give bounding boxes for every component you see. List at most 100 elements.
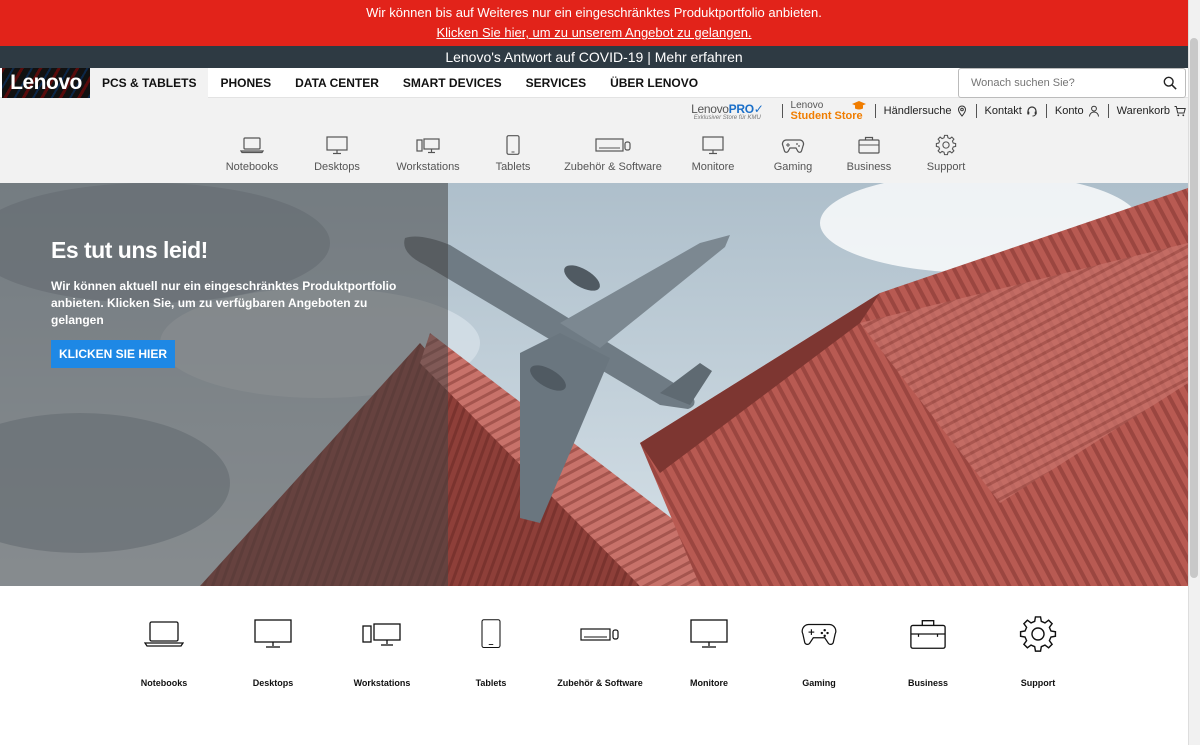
alert-banner: Wir können bis auf Weiteres nur ein eing… — [0, 0, 1188, 46]
nav-pcs-tablets[interactable]: PCS & TABLETS — [90, 68, 209, 98]
nav-about-lenovo[interactable]: ÜBER LENOVO — [598, 68, 710, 98]
pro-subtitle: Exklusiver Store für KMU — [693, 114, 761, 121]
cat-desktops[interactable]: Desktops — [286, 134, 388, 180]
cat-monitors-label: Monitore — [691, 161, 735, 173]
search-input[interactable] — [959, 69, 1155, 97]
cat-monitors[interactable]: Monitore — [668, 134, 758, 180]
nav-data-center[interactable]: DATA CENTER — [283, 68, 391, 98]
grid-support[interactable]: Support — [978, 614, 1098, 688]
contact-link[interactable]: Kontakt — [985, 105, 1038, 117]
search-box — [958, 68, 1186, 98]
grid-business[interactable]: Business — [868, 614, 988, 688]
scrollbar-track[interactable] — [1188, 0, 1200, 745]
location-pin-icon — [957, 105, 966, 117]
grid-support-label: Support — [1020, 678, 1056, 688]
cat-workstations[interactable]: Workstations — [388, 134, 468, 180]
account-link[interactable]: Konto — [1055, 105, 1100, 117]
cart-icon — [1174, 106, 1186, 117]
grid-gaming-label: Gaming — [802, 678, 836, 688]
pro-brand: Lenovo — [691, 101, 729, 116]
grid-gaming[interactable]: Gaming — [759, 614, 879, 688]
grid-monitors[interactable]: Monitore — [649, 614, 769, 688]
cat-notebooks-label: Notebooks — [225, 161, 279, 173]
cat-notebooks[interactable]: Notebooks — [218, 134, 286, 180]
grid-accessories-label: Zubehör & Software — [557, 678, 643, 688]
grid-tablets[interactable]: Tablets — [431, 614, 551, 688]
workstation-icon — [362, 623, 401, 646]
gear-icon — [1019, 616, 1057, 652]
hero-cta-button[interactable]: KLICKEN SIE HIER — [51, 340, 175, 368]
covid-banner[interactable]: Lenovo's Antwort auf COVID-19 | Mehr erf… — [0, 46, 1188, 68]
category-grid: Notebooks Desktops Workstations Tablets … — [0, 586, 1188, 745]
hero-text: Es tut uns leid! Wir können aktuell nur … — [51, 237, 411, 329]
workstation-icon — [416, 138, 440, 154]
tablet-icon — [481, 619, 501, 649]
lenovo-pro-link[interactable]: LenovoPRO✓ Exklusiver Store für KMU — [691, 101, 764, 121]
cart-label: Warenkorb — [1116, 105, 1170, 117]
nav-services[interactable]: SERVICES — [514, 68, 598, 98]
contact-label: Kontakt — [984, 105, 1022, 117]
alert-message: Wir können bis auf Weiteres nur ein eing… — [366, 5, 822, 20]
category-nav: Notebooks Desktops Workstations Tablets … — [218, 134, 982, 180]
lenovo-logo[interactable]: Lenovo — [2, 68, 90, 98]
dealer-search-link[interactable]: Händlersuche — [884, 105, 968, 117]
nav-phones[interactable]: PHONES — [208, 68, 283, 98]
cart-link[interactable]: Warenkorb — [1117, 105, 1186, 117]
search-icon[interactable] — [1163, 76, 1177, 90]
account-label: Konto — [1054, 105, 1084, 117]
grid-notebooks-label: Notebooks — [140, 678, 188, 688]
divider — [781, 104, 783, 118]
cat-accessories-label: Zubehör & Software — [564, 161, 662, 173]
cat-tablets-label: Tablets — [495, 161, 531, 173]
student-store-label: Student Store — [790, 110, 863, 122]
grid-accessories[interactable]: Zubehör & Software — [540, 614, 660, 688]
gamepad-icon — [781, 139, 805, 153]
sub-header: LenovoPRO✓ Exklusiver Store für KMU Leno… — [0, 98, 1188, 183]
top-navigation: Lenovo PCS & TABLETS PHONES DATA CENTER … — [0, 68, 1188, 98]
grid-workstations-label: Workstations — [353, 678, 411, 688]
desktop-icon — [254, 619, 292, 648]
utility-links: LenovoPRO✓ Exklusiver Store für KMU Leno… — [691, 98, 1186, 124]
hero-banner: Es tut uns leid! Wir können aktuell nur … — [0, 183, 1188, 586]
grid-business-label: Business — [907, 678, 949, 688]
headset-icon — [1027, 106, 1037, 117]
divider — [1107, 104, 1109, 118]
grid-workstations[interactable]: Workstations — [322, 614, 442, 688]
monitor-icon — [690, 619, 728, 648]
hero-body: Wir können aktuell nur ein eingeschränkt… — [51, 279, 397, 327]
accessories-icon — [580, 628, 619, 641]
grid-notebooks[interactable]: Notebooks — [104, 614, 224, 688]
laptop-icon — [144, 621, 184, 647]
briefcase-icon — [910, 620, 946, 649]
hero-title: Es tut uns leid! — [51, 237, 208, 263]
cat-support[interactable]: Support — [910, 134, 982, 180]
cat-accessories[interactable]: Zubehör & Software — [558, 134, 668, 180]
alert-offer-link[interactable]: Klicken Sie hier, um zu unserem Angebot … — [436, 25, 751, 40]
gamepad-icon — [801, 623, 837, 646]
pro-suffix: PRO — [728, 101, 754, 116]
cat-business[interactable]: Business — [828, 134, 910, 180]
desktop-icon — [326, 136, 348, 155]
briefcase-icon — [858, 136, 880, 154]
user-icon — [1088, 105, 1099, 117]
cat-business-label: Business — [846, 161, 892, 173]
grid-desktops[interactable]: Desktops — [213, 614, 333, 688]
main-nav: PCS & TABLETS PHONES DATA CENTER SMART D… — [90, 68, 710, 98]
cat-tablets[interactable]: Tablets — [468, 134, 558, 180]
nav-smart-devices[interactable]: SMART DEVICES — [391, 68, 514, 98]
divider — [874, 104, 876, 118]
tablet-icon — [506, 135, 520, 155]
grid-tablets-label: Tablets — [475, 678, 507, 688]
laptop-icon — [240, 137, 264, 154]
cat-gaming[interactable]: Gaming — [758, 134, 828, 180]
cat-gaming-label: Gaming — [773, 161, 813, 173]
grid-monitors-label: Monitore — [690, 678, 728, 688]
check-icon: ✓ — [753, 101, 764, 116]
cat-desktops-label: Desktops — [314, 161, 360, 173]
divider — [975, 104, 977, 118]
scrollbar-thumb[interactable] — [1190, 38, 1198, 578]
cat-workstations-label: Workstations — [396, 161, 460, 173]
grid-desktops-label: Desktops — [252, 678, 294, 688]
gear-icon — [935, 134, 957, 156]
graduation-cap-icon — [851, 101, 866, 110]
